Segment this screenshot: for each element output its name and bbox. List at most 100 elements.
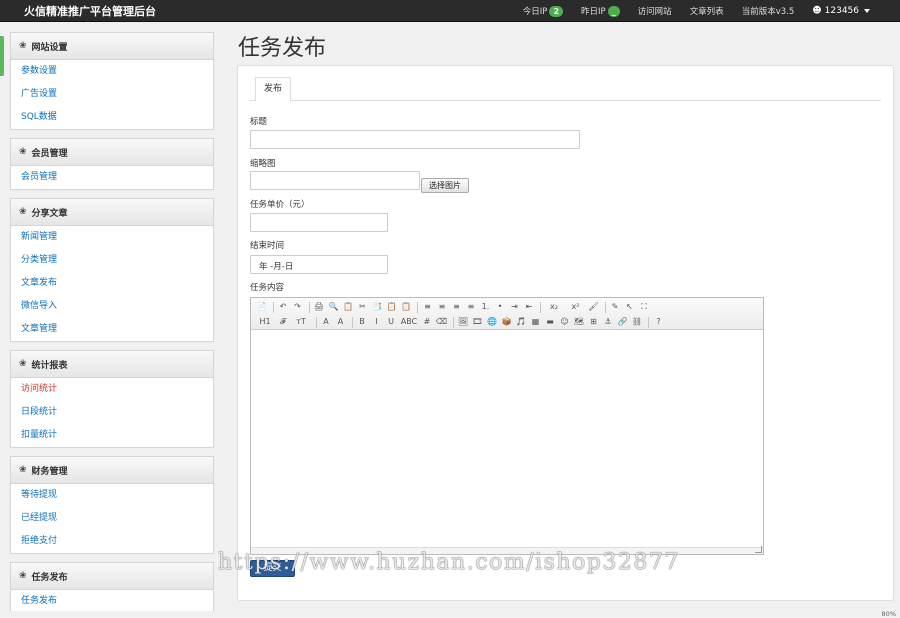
toolbar-button-icon[interactable]: ▦ — [529, 316, 542, 328]
tab-publish[interactable]: 发布 — [255, 77, 292, 102]
sidebar-item-news[interactable]: 新闻管理 — [11, 226, 213, 249]
toolbar-button-icon[interactable]: 📑 — [371, 301, 384, 313]
sidebar-item-withdrawn[interactable]: 已经提现 — [11, 507, 213, 530]
toolbar-button-icon[interactable]: ✎ — [609, 301, 622, 313]
toolbar-button-icon[interactable]: 🔗 — [616, 316, 629, 328]
toolbar-button-icon[interactable]: ? — [652, 316, 665, 328]
toolbar-separator — [604, 301, 606, 313]
toolbar-button-icon[interactable]: 🎵 — [515, 316, 528, 328]
sidebar-item-member-management[interactable]: 会员管理 — [11, 166, 213, 189]
toolbar-button-icon[interactable]: ≡ — [450, 301, 463, 313]
today-ip-label: 今日IP — [522, 7, 548, 17]
toolbar-button-icon[interactable]: ≡ — [421, 301, 434, 313]
toolbar-button-icon[interactable]: 𝓕 — [277, 316, 290, 328]
toolbar-button-icon[interactable]: ⇥ — [508, 301, 521, 313]
toolbar-button-icon[interactable]: ⇤ — [523, 301, 536, 313]
toolbar-button-icon[interactable]: ☺ — [558, 316, 571, 328]
toolbar-button-icon[interactable]: ⌫ — [435, 316, 448, 328]
sidebar-group-title: 财务管理 — [31, 466, 68, 477]
resize-handle[interactable] — [755, 546, 762, 553]
sidebar-group-header[interactable]: ❀ 网站设置 — [11, 33, 213, 60]
thumbnail-input[interactable] — [250, 171, 420, 190]
toolbar-button-icon[interactable]: # — [421, 316, 434, 328]
sidebar-item-daily-stats[interactable]: 日段统计 — [11, 401, 213, 424]
toolbar-button-icon[interactable]: 🌐 — [486, 316, 499, 328]
today-ip[interactable]: 今日IP 2 — [522, 5, 564, 17]
editor-toolbar: 📄 ↶ ↷ 🖨 🔍 📋 ✂ 📑 📋 📋 ≡ ≡ ≡ ≡ 1. • ⇥ ⇤ x₂ x² 🖌 ✎ ↖ ⛶ H1 𝓕тT A A B I U AB… — [251, 298, 763, 330]
sidebar-item-sql[interactable]: SQL数据 — [11, 106, 213, 129]
visit-site-link[interactable]: 访问网站 — [638, 5, 672, 17]
side-collapse-tab[interactable] — [0, 36, 4, 76]
toolbar-button-icon[interactable]: x² — [566, 301, 586, 313]
toolbar-button-icon[interactable]: ⊞ — [587, 316, 600, 328]
toolbar-button-icon[interactable]: ABC — [399, 316, 419, 328]
toolbar-button-icon[interactable]: B — [356, 316, 369, 328]
toolbar-button-icon[interactable]: 🔍 — [327, 301, 340, 313]
toolbar-button-icon[interactable]: ↖ — [623, 301, 636, 313]
page-title: 任务发布 — [238, 36, 327, 61]
toolbar-button-icon[interactable]: 🖌 — [587, 301, 600, 313]
gear-icon: ❀ — [19, 571, 27, 581]
sidebar-group-header[interactable]: ❀ 财务管理 — [11, 457, 213, 484]
rich-text-editor[interactable]: 📄 ↶ ↷ 🖨 🔍 📋 ✂ 📑 📋 📋 ≡ ≡ ≡ ≡ 1. • ⇥ ⇤ x₂ x² 🖌 ✎ ↖ ⛶ H1 𝓕тT A A B I U AB… — [250, 297, 764, 555]
sidebar-item-wechat-import[interactable]: 微信导入 — [11, 295, 213, 318]
toolbar-button-icon[interactable]: 🖨 — [313, 301, 326, 313]
toolbar-separator — [351, 316, 353, 328]
toolbar-button-icon[interactable]: ⛓ — [631, 316, 644, 328]
toolbar-button-icon[interactable]: тT — [291, 316, 311, 328]
toolbar-button-icon[interactable]: ≡ — [465, 301, 478, 313]
sidebar-item-deduction-stats[interactable]: 扣量统计 — [11, 424, 213, 447]
sidebar-group-header[interactable]: ❀ 会员管理 — [11, 139, 213, 166]
toolbar-button-icon[interactable]: 📋 — [400, 301, 413, 313]
user-menu[interactable]: ☻ 123456 — [812, 6, 870, 16]
title-input[interactable] — [250, 130, 580, 149]
end-date-input[interactable]: 年 -月-日 — [250, 255, 388, 274]
sidebar-group-header[interactable]: ❀ 分享文章 — [11, 199, 213, 226]
toolbar-button-icon[interactable]: 1. — [479, 301, 492, 313]
sidebar-item-task-publish[interactable]: 任务发布 — [11, 590, 213, 613]
toolbar-button-icon[interactable]: A — [320, 316, 333, 328]
toolbar-button-icon[interactable]: ⚓ — [602, 316, 615, 328]
toolbar-separator — [648, 316, 649, 328]
toolbar-button-icon[interactable]: A — [334, 316, 347, 328]
toolbar-button-icon[interactable]: 📄 — [255, 301, 268, 313]
toolbar-button-icon[interactable]: ≡ — [436, 301, 449, 313]
sidebar-item-pending-withdraw[interactable]: 等待提现 — [11, 484, 213, 507]
toolbar-button-icon[interactable]: ▬ — [544, 316, 557, 328]
sidebar-item-ads[interactable]: 广告设置 — [11, 83, 213, 106]
toolbar-button-icon[interactable]: ✂ — [356, 301, 369, 313]
toolbar-row-1: 📄 ↶ ↷ 🖨 🔍 📋 ✂ 📑 📋 📋 ≡ ≡ ≡ ≡ 1. • ⇥ ⇤ x₂ x² 🖌 ✎ ↖ ⛶ — [255, 300, 759, 314]
toolbar-button-icon[interactable]: ↶ — [277, 301, 290, 313]
price-input[interactable] — [250, 213, 388, 232]
sidebar-item-rejected[interactable]: 拒绝支付 — [11, 530, 213, 553]
toolbar-button-icon[interactable]: x₂ — [544, 301, 564, 313]
sidebar-item-article-management[interactable]: 文章管理 — [11, 318, 213, 341]
toolbar-separator — [315, 316, 317, 328]
toolbar-button-icon[interactable]: ↷ — [291, 301, 304, 313]
toolbar-button-icon[interactable]: ⛶ — [638, 301, 651, 313]
toolbar-button-icon[interactable]: 📋 — [385, 301, 398, 313]
version-label[interactable]: 当前版本v3.5 — [742, 5, 795, 17]
toolbar-button-icon[interactable]: 🎞 — [471, 316, 484, 328]
toolbar-button-icon[interactable]: • — [494, 301, 507, 313]
sidebar-item-visit-stats[interactable]: 访问统计 — [11, 378, 213, 401]
toolbar-button-icon[interactable]: I — [370, 316, 383, 328]
gear-icon: ❀ — [19, 41, 27, 51]
select-image-button[interactable]: 选择图片 — [421, 178, 469, 193]
sidebar-item-params[interactable]: 参数设置 — [11, 60, 213, 83]
toolbar-button-icon[interactable]: 🖼 — [457, 316, 470, 328]
toolbar-button-icon[interactable]: H1 — [255, 316, 275, 328]
toolbar-button-icon[interactable]: 🗺 — [573, 316, 586, 328]
toolbar-button-icon[interactable]: U — [385, 316, 398, 328]
yesterday-ip[interactable]: 昨日IP _ — [581, 5, 620, 17]
toolbar-button-icon[interactable]: 📦 — [500, 316, 513, 328]
sidebar-item-categories[interactable]: 分类管理 — [11, 249, 213, 272]
zoom-level[interactable]: 80% — [882, 610, 896, 618]
yesterday-ip-badge: _ — [607, 5, 620, 17]
sidebar-item-publish-article[interactable]: 文章发布 — [11, 272, 213, 295]
brand-title[interactable]: 火信精准推广平台管理后台 — [24, 3, 156, 19]
sidebar-group-header[interactable]: ❀ 统计报表 — [11, 351, 213, 378]
article-list-link[interactable]: 文章列表 — [690, 5, 724, 17]
sidebar-group-header[interactable]: ❀ 任务发布 — [11, 563, 213, 590]
toolbar-button-icon[interactable]: 📋 — [342, 301, 355, 313]
